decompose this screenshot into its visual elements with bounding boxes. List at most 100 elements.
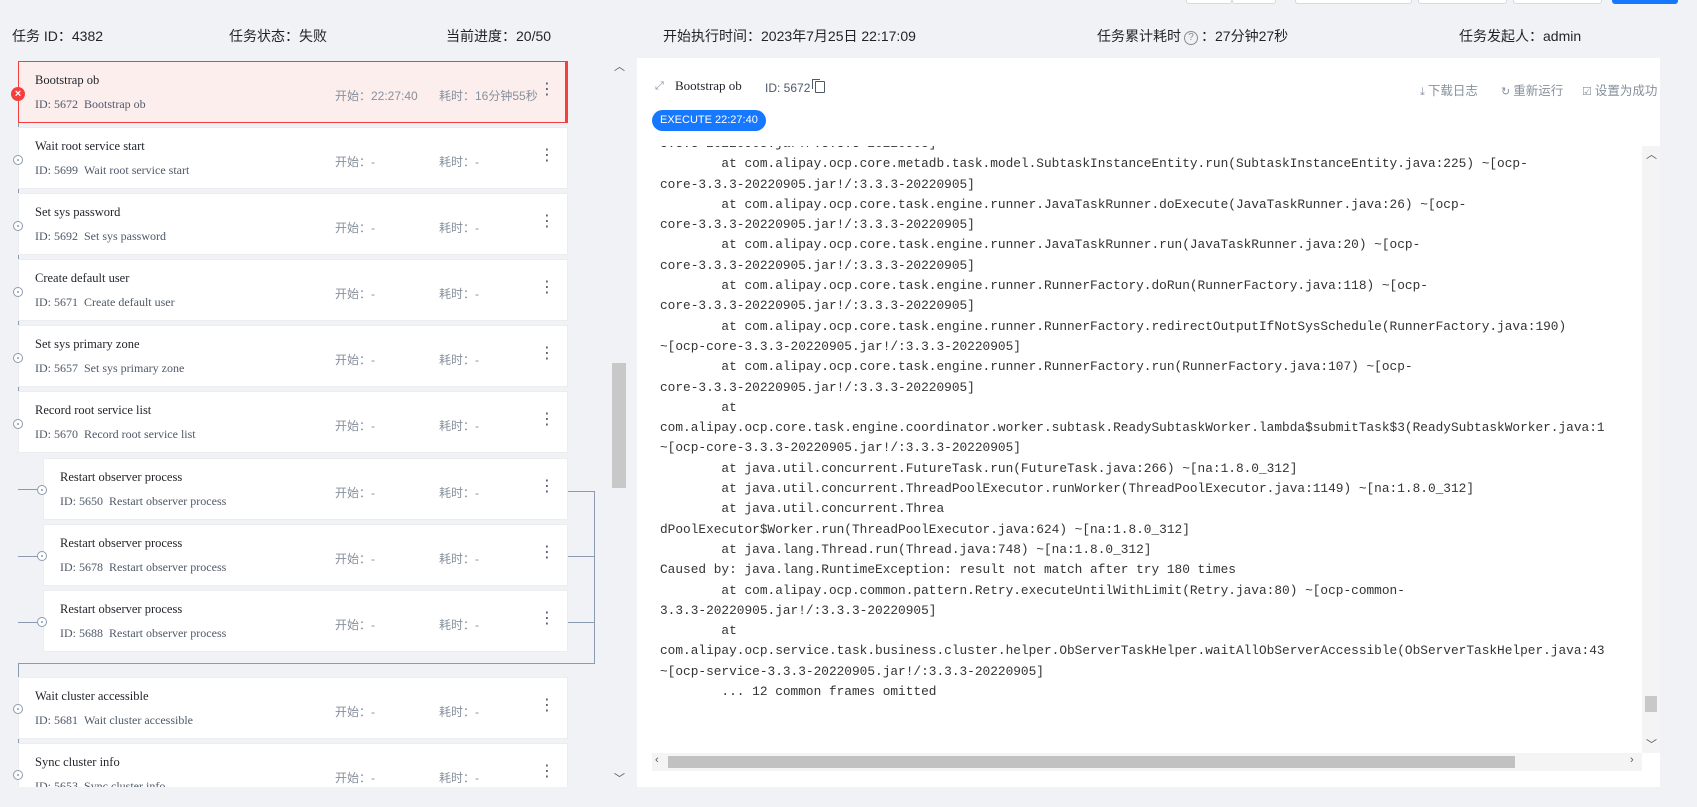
task-item[interactable]: Record root service list ID: 5670 Record … [18,391,568,453]
task-start: 开始：- [335,771,375,785]
more-icon[interactable]: ⋮ [539,82,555,98]
task-duration: 耗时：- [439,771,479,785]
task-name: Set sys primary zone [35,337,140,351]
toolbar-button[interactable] [1513,0,1602,4]
task-id-label: ID: 5671 [35,295,78,309]
more-icon[interactable]: ⋮ [539,412,555,428]
scrollbar-thumb[interactable] [612,363,626,488]
scroll-up-icon[interactable]: ︿ [1646,146,1657,162]
task-item[interactable]: Sync cluster info ID: 5653 Sync cluster i… [18,743,568,787]
more-icon[interactable]: ⋮ [539,545,555,561]
task-id-name: Wait root service start [84,163,190,177]
timeline-branch [568,556,595,557]
more-icon[interactable]: ⋮ [539,698,555,714]
task-name: Restart observer process [60,536,183,550]
copy-icon[interactable] [812,79,825,93]
task-item[interactable]: Bootstrap ob ID: 5672 Bootstrap ob 开始：22:… [18,61,568,123]
task-item[interactable]: Set sys primary zone ID: 5657 Set sys pri… [18,325,568,387]
task-duration: 耗时：- [439,155,479,169]
task-list-scrollbar[interactable]: ︿ ﹀ [610,58,628,787]
more-icon[interactable]: ⋮ [539,214,555,230]
task-start: 开始：- [335,419,375,433]
task-id-name: Record root service list [84,427,196,441]
log-content: 3.3.3-20220905.jar!/:3.3.3-20220905] at … [660,146,1605,700]
task-item[interactable]: Set sys password ID: 5692 Set sys passwor… [18,193,568,255]
scroll-left-icon[interactable]: ‹ [655,754,659,766]
task-id-line: ID: 5678 Restart observer process [60,560,226,575]
task-item[interactable]: Wait root service start ID: 5699 Wait roo… [18,127,568,189]
toolbar-button[interactable] [1186,0,1232,4]
task-id-name: Set sys password [84,229,167,243]
primary-toolbar-button[interactable] [1612,0,1678,4]
rerun-button[interactable]: ↻ 重新运行 [1501,80,1563,99]
task-item[interactable]: Restart observer process ID: 5650 Restart… [43,458,568,520]
task-duration: 耗时：- [439,705,479,719]
expand-icon[interactable]: ⤢ [655,80,667,92]
more-icon[interactable]: ⋮ [539,611,555,627]
scroll-down-icon[interactable]: ﹀ [614,770,625,786]
task-list: Bootstrap ob ID: 5672 Bootstrap ob 开始：22:… [0,58,600,787]
task-name: Restart observer process [60,602,183,616]
task-id-name: Restart observer process [109,494,227,508]
task-item[interactable]: Create default user ID: 5671 Create defau… [18,259,568,321]
pending-status-icon [13,353,23,363]
task-id-label: ID: 5681 [35,713,78,727]
help-icon[interactable]: ? [1184,31,1198,45]
task-name: Create default user [35,271,130,285]
pending-status-icon [13,770,23,780]
scroll-up-icon[interactable]: ︿ [614,58,625,74]
more-icon[interactable]: ⋮ [539,280,555,296]
log-viewer[interactable]: 3.3.3-20220905.jar!/:3.3.3-20220905] at … [637,146,1660,753]
task-elapsed-label: 任务累计耗时 [1097,28,1181,44]
task-detail-header: ⤢ Bootstrap ob ID: 5672 ⤓ 下载日志 ↻ 重新运行 ☑ 设置为… [637,58,1660,146]
task-id-label: ID: 5692 [35,229,78,243]
task-id-line: ID: 5657 Set sys primary zone [35,361,184,376]
download-log-label: 下载日志 [1427,84,1478,98]
task-id-label: ID: 5670 [35,427,78,441]
task-id-label: ID: 5657 [35,361,78,375]
more-icon[interactable]: ⋮ [539,764,555,780]
more-icon[interactable]: ⋮ [539,148,555,164]
task-name: Record root service list [35,403,152,417]
more-icon[interactable]: ⋮ [539,479,555,495]
rerun-label: 重新运行 [1513,84,1564,98]
download-log-button[interactable]: ⤓ 下载日志 [1420,80,1478,99]
task-id-label: ID: 5678 [60,560,103,574]
task-item[interactable]: Wait cluster accessible ID: 5681 Wait clu… [18,677,568,739]
toolbar-button[interactable] [1418,0,1507,4]
task-id-name: Bootstrap ob [84,97,146,111]
task-id-label: ID: 5688 [60,626,103,640]
timeline-merge-line [594,491,595,663]
timeline-branch [568,491,595,492]
execute-badge: EXECUTE 22:27:40 [652,110,766,131]
task-start: 开始：- [335,287,375,301]
reload-icon: ↻ [1501,86,1511,98]
pending-status-icon [13,287,23,297]
task-item[interactable]: Restart observer process ID: 5688 Restart… [43,590,568,652]
detail-title: Bootstrap ob [675,78,742,93]
task-id-label: ID: 5699 [35,163,78,177]
toolbar-button[interactable] [1232,0,1276,4]
pending-status-icon [37,617,47,627]
log-horizontal-scrollbar[interactable]: ‹ › [652,753,1642,771]
task-initiator: 任务发起人：admin [1459,28,1582,44]
pending-status-icon [13,419,23,429]
task-elapsed: 任务累计耗时? ：27分钟27秒 [1097,26,1288,46]
task-detail-panel: ⤢ Bootstrap ob ID: 5672 ⤓ 下载日志 ↻ 重新运行 ☑ 设置为… [637,58,1660,787]
task-start-time: 开始执行时间：2023年7月25日 22:17:09 [663,28,916,44]
more-icon[interactable]: ⋮ [539,346,555,362]
task-item[interactable]: Restart observer process ID: 5678 Restart… [43,524,568,586]
scrollbar-thumb[interactable] [668,756,1515,768]
log-vertical-scrollbar[interactable]: ︿ ﹀ [1642,146,1660,753]
timeline-merge-bottom [18,663,595,664]
task-start: 开始：22:27:40 [335,89,418,103]
task-id-label: ID: 5672 [35,97,78,111]
task-name: Restart observer process [60,470,183,484]
scrollbar-thumb[interactable] [1645,696,1657,712]
task-id-line: ID: 5692 Set sys password [35,229,166,244]
task-progress: 当前进度：20/50 [446,28,552,44]
scroll-down-icon[interactable]: ﹀ [1646,736,1657,752]
scroll-right-icon[interactable]: › [1630,754,1634,766]
toolbar-button[interactable] [1295,0,1412,4]
set-success-button[interactable]: ☑ 设置为成功 [1582,80,1657,99]
